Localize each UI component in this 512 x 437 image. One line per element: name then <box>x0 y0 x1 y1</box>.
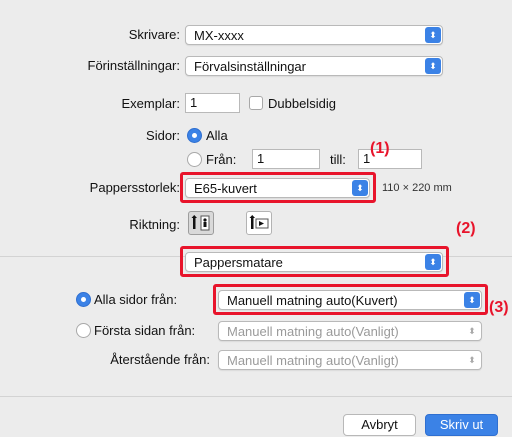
landscape-icon <box>249 215 269 229</box>
chevron-updown-icon: ⬍ <box>425 27 441 43</box>
first-page-source-select[interactable]: Manuell matning auto(Vanligt) ⬍ <box>218 321 482 341</box>
pages-from-radio[interactable] <box>187 152 202 167</box>
duplex-checkbox[interactable] <box>249 96 263 110</box>
pages-to-label: till: <box>330 152 346 167</box>
remaining-label: Återstående från: <box>110 352 210 367</box>
remaining-source-value: Manuell matning auto(Vanligt) <box>227 352 399 368</box>
orientation-label: Riktning: <box>129 217 180 232</box>
all-pages-label: Alla sidor från: <box>94 292 178 307</box>
printer-label: Skrivare: <box>128 27 180 42</box>
highlight-section-menu <box>180 246 449 277</box>
paper-dimensions: 110 × 220 mm <box>382 182 452 194</box>
orientation-landscape-button[interactable] <box>246 211 272 235</box>
pages-label: Sidor: <box>146 128 180 143</box>
pages-all-radio[interactable] <box>187 128 202 143</box>
chevron-updown-icon: ⬍ <box>468 326 476 336</box>
remaining-source-select[interactable]: Manuell matning auto(Vanligt) ⬍ <box>218 350 482 370</box>
highlight-all-pages-source <box>213 284 488 315</box>
orientation-portrait-button[interactable] <box>188 211 214 235</box>
first-page-source-value: Manuell matning auto(Vanligt) <box>227 323 399 339</box>
all-pages-radio[interactable] <box>76 292 91 307</box>
portrait-icon <box>191 215 210 231</box>
highlight-paper-size <box>180 172 376 203</box>
pages-from-field[interactable]: 1 <box>252 149 320 169</box>
footer-divider <box>0 396 512 397</box>
pages-all-label: Alla <box>206 128 228 143</box>
first-page-radio[interactable] <box>76 323 91 338</box>
callout-1: (1) <box>370 140 390 157</box>
chevron-updown-icon: ⬍ <box>468 355 476 365</box>
chevron-updown-icon: ⬍ <box>425 58 441 74</box>
callout-2: (2) <box>456 220 476 237</box>
presets-value: Förvalsinställningar <box>194 58 306 74</box>
cancel-button[interactable]: Avbryt <box>343 414 416 436</box>
print-button[interactable]: Skriv ut <box>425 414 498 436</box>
paper-size-label: Pappersstorlek: <box>89 180 180 195</box>
pages-to-field[interactable]: 1 <box>358 149 422 169</box>
duplex-label: Dubbelsidig <box>268 96 336 111</box>
pages-from-label: Från: <box>206 152 237 167</box>
printer-select[interactable]: MX-xxxx ⬍ <box>185 25 443 45</box>
printer-value: MX-xxxx <box>194 27 244 43</box>
copies-field[interactable]: 1 <box>185 93 240 113</box>
presets-select[interactable]: Förvalsinställningar ⬍ <box>185 56 443 76</box>
presets-label: Förinställningar: <box>87 58 181 73</box>
first-page-label: Första sidan från: <box>94 323 196 338</box>
callout-3: (3) <box>489 299 509 316</box>
copies-label: Exemplar: <box>121 96 180 111</box>
